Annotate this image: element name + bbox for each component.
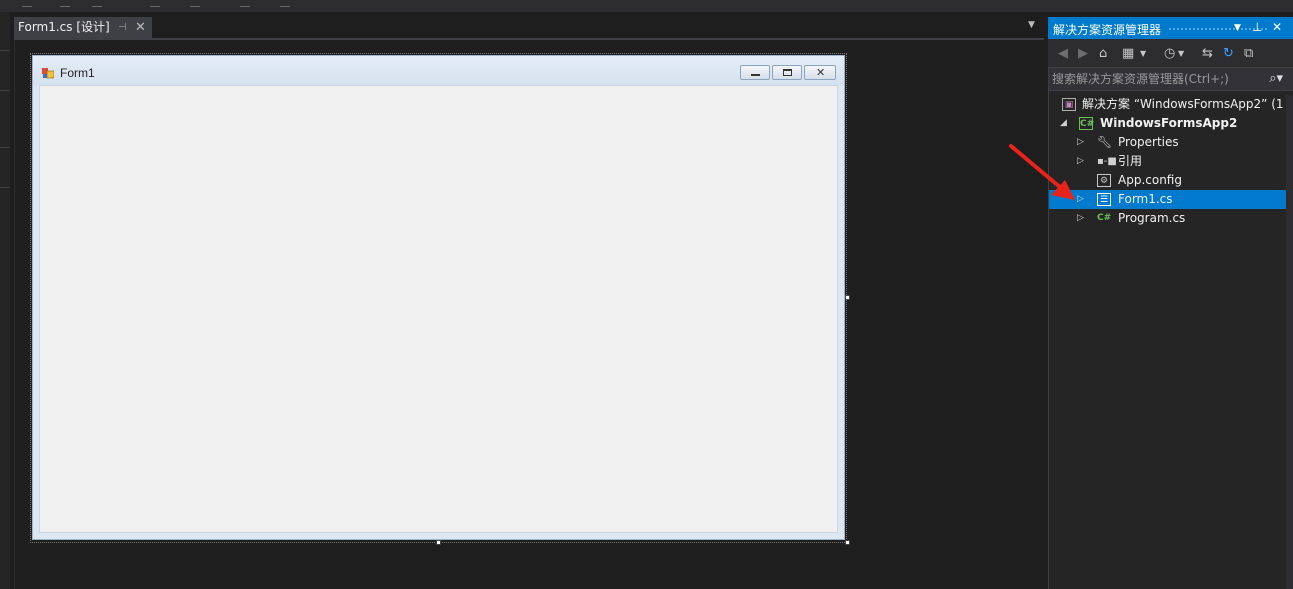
toolbar-fragment <box>22 0 32 7</box>
csharp-project-icon: C# <box>1079 117 1095 130</box>
csharp-file-icon: C# <box>1097 213 1112 223</box>
minimize-icon <box>751 74 760 76</box>
switch-views-icon[interactable]: ▦ <box>1122 46 1134 61</box>
form-file-icon: ☰ <box>1097 193 1111 206</box>
resize-grip-bottom[interactable] <box>436 540 441 545</box>
form-close-button[interactable]: ✕ <box>804 65 836 80</box>
form-window[interactable]: Form1 ✕ <box>32 55 845 540</box>
solution-explorer-titlebar[interactable]: 解决方案资源管理器 ▼ ⊥ ✕ <box>1048 17 1293 39</box>
forward-icon[interactable]: ▶ <box>1078 46 1088 61</box>
tree-item-project[interactable]: ◢ C# WindowsFormsApp2 <box>1049 114 1286 133</box>
left-dock-gutter <box>0 12 10 589</box>
pin-icon[interactable]: ⊥ <box>1252 20 1262 34</box>
close-icon[interactable]: ✕ <box>135 17 146 38</box>
toolbar-fragment <box>280 0 290 7</box>
tree-item-label: WindowsFormsApp2 <box>1100 116 1238 130</box>
close-icon[interactable]: ✕ <box>1272 20 1282 34</box>
dropdown-icon[interactable]: ▼ <box>1140 49 1146 58</box>
tree-item-label: 引用 <box>1118 154 1143 168</box>
red-arrow-annotation <box>1009 144 1075 200</box>
collapse-all-icon[interactable]: ⧉ <box>1244 46 1253 61</box>
collapsed-icon[interactable]: ▷ <box>1077 209 1084 228</box>
pin-icon[interactable]: ⊣ <box>118 17 127 38</box>
wrench-icon: 🔧︎ <box>1097 135 1113 149</box>
solution-icon: ▣ <box>1062 98 1076 111</box>
home-icon[interactable]: ⌂ <box>1099 46 1107 61</box>
expanded-icon[interactable]: ◢ <box>1060 114 1067 133</box>
maximize-icon <box>783 69 792 76</box>
tree-item-program[interactable]: ▷ C# Program.cs <box>1049 209 1286 228</box>
sync-icon[interactable]: ⇆ <box>1202 46 1213 61</box>
tree-item-label: 解决方案 “WindowsFormsApp2” (1 <box>1082 97 1284 111</box>
toolbar-fragment <box>240 0 250 7</box>
solution-search-input[interactable] <box>1052 70 1252 88</box>
form-titlebar[interactable]: Form1 ✕ <box>33 56 844 85</box>
search-icon[interactable]: ⌕▾ <box>1269 71 1283 86</box>
tree-item-label: Program.cs <box>1118 211 1186 225</box>
top-toolbar-strip <box>0 0 1293 12</box>
resize-grip-right[interactable] <box>845 295 850 300</box>
resize-grip-corner[interactable] <box>845 540 850 545</box>
toolbar-fragment <box>150 0 160 7</box>
form-client-area[interactable] <box>39 85 838 533</box>
dropdown-icon[interactable]: ▼ <box>1234 23 1241 33</box>
form-title: Form1 <box>60 66 95 80</box>
tree-item-label: Properties <box>1118 135 1179 149</box>
back-icon[interactable]: ◀ <box>1058 46 1068 61</box>
config-file-icon: ⚙ <box>1097 174 1111 187</box>
toolbar-fragment <box>60 0 70 7</box>
references-icon: ▪‑■ <box>1097 156 1117 167</box>
refresh-icon[interactable]: ↻ <box>1223 46 1234 61</box>
tree-item-label: App.config <box>1118 173 1182 187</box>
pending-changes-icon[interactable]: ◷ <box>1164 46 1175 61</box>
tab-title: Form1.cs [设计] <box>18 20 110 34</box>
dropdown-icon[interactable]: ▼ <box>1178 49 1184 58</box>
close-icon: ✕ <box>816 66 826 79</box>
tab-form1-design[interactable]: Form1.cs [设计] ⊣ ✕ <box>14 17 152 38</box>
solution-explorer-toolbar: ◀ ▶ ⌂ ▦ ▼ ◷ ▼ ⇆ ↻ ⧉ <box>1048 39 1293 67</box>
tree-item-solution[interactable]: ▣ 解决方案 “WindowsFormsApp2” (1 <box>1049 95 1286 114</box>
solution-explorer-title: 解决方案资源管理器 <box>1053 23 1162 37</box>
tree-item-label: Form1.cs <box>1118 192 1173 206</box>
winform-icon <box>42 68 54 79</box>
minimize-button[interactable] <box>740 65 770 80</box>
solution-explorer-scrollbar[interactable] <box>1286 95 1293 589</box>
maximize-button[interactable] <box>772 65 802 80</box>
tab-dropdown-icon[interactable]: ▼ <box>1028 20 1035 30</box>
toolbar-fragment <box>190 0 200 7</box>
toolbar-fragment <box>92 0 102 7</box>
solution-search-box[interactable]: ⌕▾ <box>1049 67 1293 91</box>
